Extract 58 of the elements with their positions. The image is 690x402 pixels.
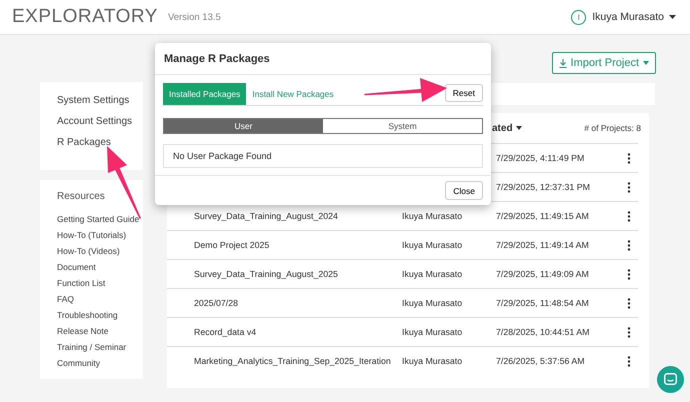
- updated-cell: 7/29/2025, 11:49:14 AM: [496, 240, 589, 250]
- app-logo: EXPLORATORY: [12, 6, 158, 28]
- project-name[interactable]: Demo Project 2025: [194, 240, 270, 250]
- updated-cell: 7/28/2025, 10:44:51 AM: [496, 327, 590, 337]
- more-icon[interactable]: [627, 152, 631, 164]
- resource-link[interactable]: Function List: [57, 275, 143, 291]
- owner-cell: Ikuya Murasato: [402, 327, 462, 337]
- owner-cell: Ikuya Murasato: [402, 356, 462, 366]
- project-name[interactable]: Survey_Data_Training_August_2024: [194, 211, 338, 221]
- more-icon[interactable]: [627, 182, 631, 192]
- scope-toggle[interactable]: User: [164, 119, 323, 133]
- updated-cell: 7/29/2025, 4:11:49 PM: [496, 153, 584, 163]
- resource-link[interactable]: How-To (Videos): [57, 243, 143, 259]
- chat-button[interactable]: [657, 366, 684, 393]
- empty-message: No User Package Found: [163, 144, 483, 168]
- resource-link[interactable]: Troubleshooting: [57, 307, 143, 323]
- owner-cell: Ikuya Murasato: [402, 298, 462, 308]
- updated-cell: 7/29/2025, 12:37:31 PM: [496, 182, 590, 192]
- updated-cell: 7/29/2025, 11:48:54 AM: [496, 298, 589, 308]
- owner-cell: Ikuya Murasato: [402, 269, 462, 279]
- more-icon[interactable]: [627, 210, 631, 222]
- owner-cell: Ikuya Murasato: [402, 240, 462, 250]
- more-icon[interactable]: [627, 240, 631, 250]
- reset-button[interactable]: Reset: [444, 84, 483, 102]
- resource-link[interactable]: Community: [57, 355, 143, 371]
- more-icon[interactable]: [627, 298, 631, 308]
- column-header[interactable]: ated: [492, 122, 513, 134]
- resource-link[interactable]: Getting Started Guide: [57, 211, 143, 227]
- project-count: # of Projects: 8: [584, 123, 641, 133]
- updated-cell: 7/29/2025, 11:49:15 AM: [496, 211, 589, 221]
- resource-link[interactable]: Release Note: [57, 323, 143, 339]
- project-name[interactable]: 2025/07/28: [194, 298, 238, 308]
- more-icon[interactable]: [627, 326, 631, 338]
- owner-cell: Ikuya Murasato: [402, 211, 462, 221]
- more-icon[interactable]: [627, 356, 631, 366]
- settings-link[interactable]: Account Settings: [57, 111, 143, 132]
- updated-cell: 7/29/2025, 11:49:09 AM: [496, 269, 589, 279]
- resource-link[interactable]: Training / Seminar: [57, 339, 143, 355]
- close-button[interactable]: Close: [445, 181, 483, 200]
- more-icon[interactable]: [627, 268, 631, 280]
- project-name[interactable]: Survey_Data_Training_August_2025: [194, 269, 338, 279]
- caret-icon[interactable]: [669, 15, 676, 19]
- dialog-title: Manage R Packages: [164, 52, 270, 64]
- resource-link[interactable]: FAQ: [57, 291, 143, 307]
- resource-link[interactable]: Document: [57, 259, 143, 275]
- caret-icon: [643, 61, 649, 65]
- project-name[interactable]: Marketing_Analytics_Training_Sep_2025_Iteration: [194, 356, 391, 366]
- version-label: Version 13.5: [168, 12, 221, 22]
- project-name[interactable]: Record_data v4: [194, 327, 256, 337]
- updated-cell: 7/26/2025, 5:37:56 AM: [496, 356, 585, 366]
- resource-link[interactable]: How-To (Tutorials): [57, 227, 143, 243]
- download-icon: [558, 58, 567, 68]
- settings-link[interactable]: System Settings: [57, 90, 143, 111]
- settings-link[interactable]: R Packages: [57, 132, 143, 153]
- user-name[interactable]: Ikuya Murasato: [592, 11, 664, 23]
- sort-caret-icon[interactable]: [516, 126, 522, 130]
- chat-icon: [664, 373, 677, 386]
- resources-title: Resources: [57, 190, 106, 204]
